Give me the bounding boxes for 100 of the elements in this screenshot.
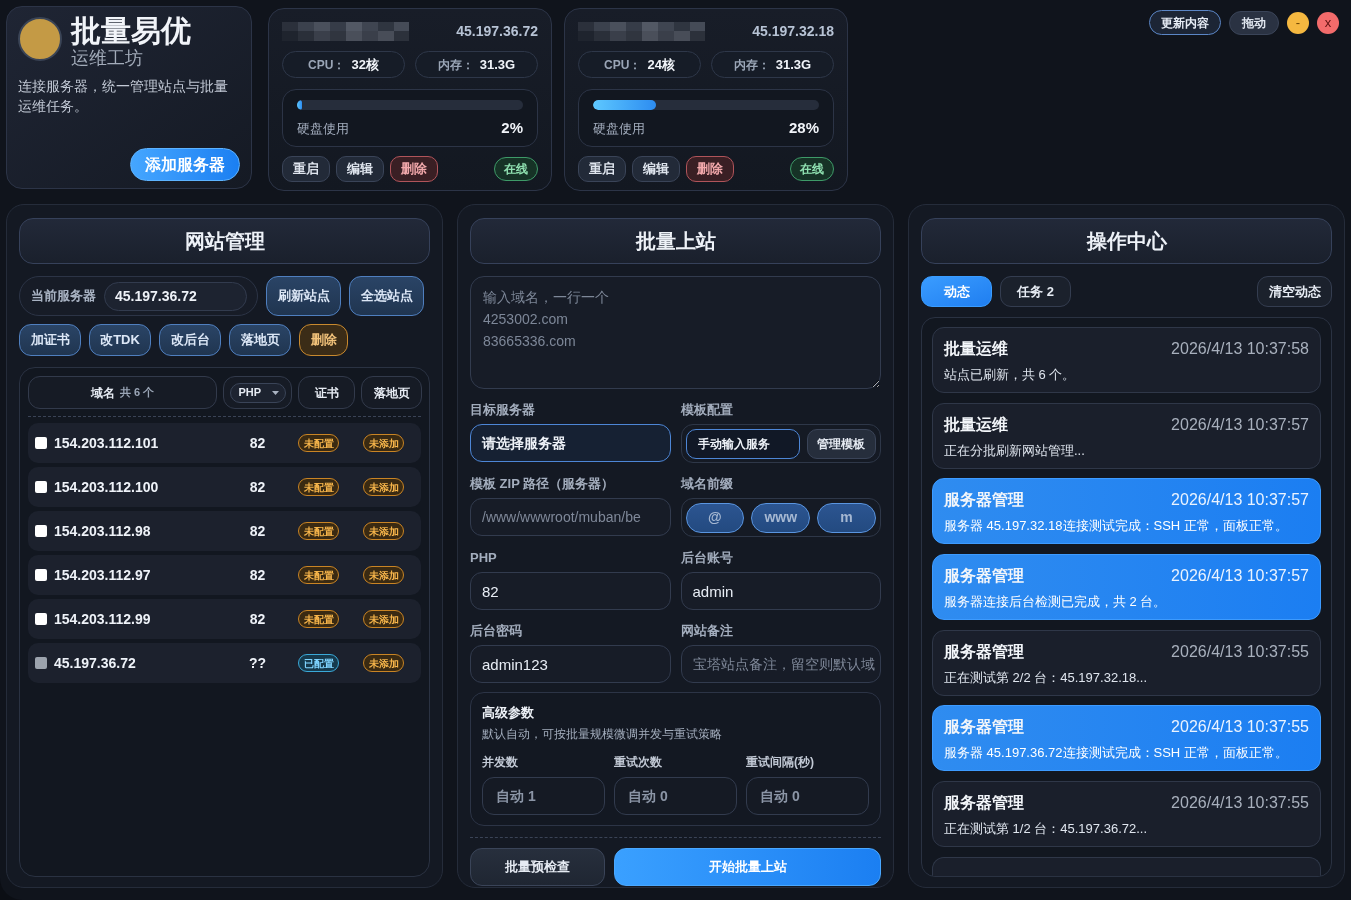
action-button[interactable]: 编辑	[632, 156, 680, 182]
current-server-field[interactable]: 45.197.36.72	[104, 281, 247, 311]
text-input[interactable]: admin123	[470, 645, 671, 683]
batch-action-button[interactable]: 改TDK	[89, 324, 151, 356]
php-version-cell-text: 82	[249, 565, 266, 585]
site-row[interactable]: 154.203.112.101 82 未配置 未添加	[28, 423, 421, 463]
certificate-status-badge: 未配置	[298, 610, 339, 628]
text-input[interactable]: 宝塔站点备注，留空则默认域	[680, 645, 881, 683]
clear-feed-button[interactable]: 清空动态	[1257, 276, 1332, 307]
domain-cell-text: 45.197.36.72	[54, 653, 136, 673]
batch-action-button[interactable]: 加证书	[19, 324, 81, 356]
site-row[interactable]: 154.203.112.100 82 未配置 未添加	[28, 467, 421, 507]
update-button[interactable]: 更新内容	[1149, 10, 1221, 35]
action-button[interactable]: 重启	[282, 156, 330, 182]
checkbox[interactable]	[35, 481, 47, 493]
action-button[interactable]: 编辑	[336, 156, 384, 182]
event-time: 2026/4/13 10:37:57	[1171, 566, 1309, 587]
section-description: 默认自动，可按批量规模微调并发与重试策略	[482, 727, 723, 741]
column-label: 落地页	[373, 384, 410, 402]
landing-page-status-badge: 未添加	[363, 654, 404, 672]
delete-button[interactable]: 删除	[299, 324, 348, 356]
site-row[interactable]: 154.203.112.97 82 未配置 未添加	[28, 555, 421, 595]
tab[interactable]: 任务 2	[1000, 276, 1071, 307]
panel-title: 网站管理	[19, 218, 430, 264]
event-title: 批量运维	[944, 339, 1008, 359]
template-select[interactable]: 手动输入服务	[685, 428, 800, 459]
minimize-button[interactable]: -	[1287, 11, 1309, 34]
event-title: 服务器管理	[944, 641, 1024, 662]
checkbox[interactable]	[35, 437, 47, 449]
certificate-status-badge: 已配置	[298, 654, 339, 672]
site-action-button[interactable]: 全选站点	[349, 276, 424, 316]
site-row[interactable]: 154.203.112.98 82 未配置 未添加	[28, 511, 421, 551]
landing-page-status-badge: 未添加	[363, 566, 404, 584]
landing-page-status-badge: 未添加	[363, 610, 404, 628]
disk-usage-label: 硬盘使用	[593, 119, 645, 138]
php-version-cell-text: 82	[249, 609, 266, 629]
panel-title: 批量上站	[470, 218, 881, 264]
domain-cell-text: 154.203.112.98	[54, 521, 151, 541]
action-button[interactable]: 重启	[578, 156, 626, 182]
landing-page-status-badge: 未添加	[363, 434, 404, 452]
caret-icon	[271, 390, 279, 395]
field-label: 后台密码	[470, 624, 523, 638]
certificate-status-badge: 未配置	[298, 522, 339, 540]
column-count: 共 6 个	[119, 385, 155, 401]
current-server-label: 当前服务器	[31, 287, 96, 306]
prefix-toggle[interactable]: @	[685, 502, 745, 533]
domain-cell-text: 154.203.112.100	[54, 477, 159, 497]
text-input[interactable]: admin	[680, 572, 881, 610]
domains-textarea[interactable]: 输入域名，一行一个 4253002.com 83665336.com	[470, 276, 881, 389]
certificate-status-badge: 未配置	[298, 478, 339, 496]
stat-label: 内存：	[437, 56, 474, 74]
prefix-toggle[interactable]: m	[817, 502, 876, 533]
checkbox[interactable]	[35, 525, 47, 537]
event-time: 2026/4/13 10:37:55	[1171, 641, 1309, 662]
event-title: 服务器管理	[944, 793, 1024, 814]
domain-cell-text: 154.203.112.99	[54, 609, 151, 629]
number-input[interactable]: 自动 0	[614, 777, 737, 815]
field-label: 网站备注	[680, 624, 734, 638]
event-message: 正在测试第 2/2 台：45.197.32.18...	[944, 669, 1149, 686]
drag-button[interactable]: 拖动	[1229, 10, 1279, 35]
close-button[interactable]: x	[1317, 11, 1339, 34]
panel-title: 操作中心	[921, 218, 1332, 264]
delete-button[interactable]: 删除	[686, 156, 734, 182]
batch-action-button[interactable]: 改后台	[159, 324, 221, 356]
site-row[interactable]: 154.203.112.99 82 未配置 未添加	[28, 599, 421, 639]
event-time: 2026/4/13 10:37:57	[1171, 414, 1309, 435]
event-message: 服务器 45.197.32.18连接测试完成：SSH 正常，面板正常。	[944, 518, 1289, 535]
php-filter-select[interactable]: PHP	[229, 382, 286, 403]
server-ip: 45.197.36.72	[456, 21, 538, 41]
section-title: 高级参数	[482, 705, 535, 721]
number-input[interactable]: 自动 1	[482, 777, 605, 815]
event-title: 服务器管理	[944, 490, 1024, 511]
event-title: 服务器管理	[944, 717, 1024, 738]
status-badge: 在线	[790, 157, 834, 181]
checkbox[interactable]	[35, 569, 47, 581]
field-label: 后台账号	[680, 551, 734, 565]
delete-button[interactable]: 删除	[390, 156, 438, 182]
disk-usage-label: 硬盘使用	[297, 119, 349, 138]
event-message: 正在测试第 1/2 台：45.197.36.72...	[944, 821, 1149, 838]
certificate-status-badge: 未配置	[298, 566, 339, 584]
event-message: 服务器 45.197.36.72连接测试完成：SSH 正常，面板正常。	[944, 745, 1289, 762]
manage-templates-button[interactable]: 管理模板	[806, 428, 876, 459]
stat-value: 24核	[647, 55, 675, 74]
site-action-button[interactable]: 刷新站点	[266, 276, 341, 316]
status-badge: 在线	[494, 157, 538, 181]
checkbox[interactable]	[35, 613, 47, 625]
field-label: 模板配置	[680, 403, 734, 417]
column-label: 域名	[90, 384, 115, 402]
prefix-toggle[interactable]: www	[751, 502, 811, 533]
batch-action-button[interactable]: 落地页	[229, 324, 291, 356]
text-input[interactable]: 82	[470, 572, 671, 610]
text-input[interactable]: /www/wwwroot/muban/be	[470, 498, 671, 536]
event-message: 服务器连接后台检测已完成，共 2 台。	[944, 594, 1168, 611]
app-title: 批量易优	[71, 14, 191, 48]
precheck-button[interactable]: 批量预检查	[470, 848, 605, 886]
landing-page-status-badge: 未添加	[363, 522, 404, 540]
number-input[interactable]: 自动 0	[746, 777, 869, 815]
server-select[interactable]: 请选择服务器	[470, 424, 671, 462]
stat-label: CPU：	[604, 56, 642, 74]
field-label: PHP	[470, 551, 498, 565]
